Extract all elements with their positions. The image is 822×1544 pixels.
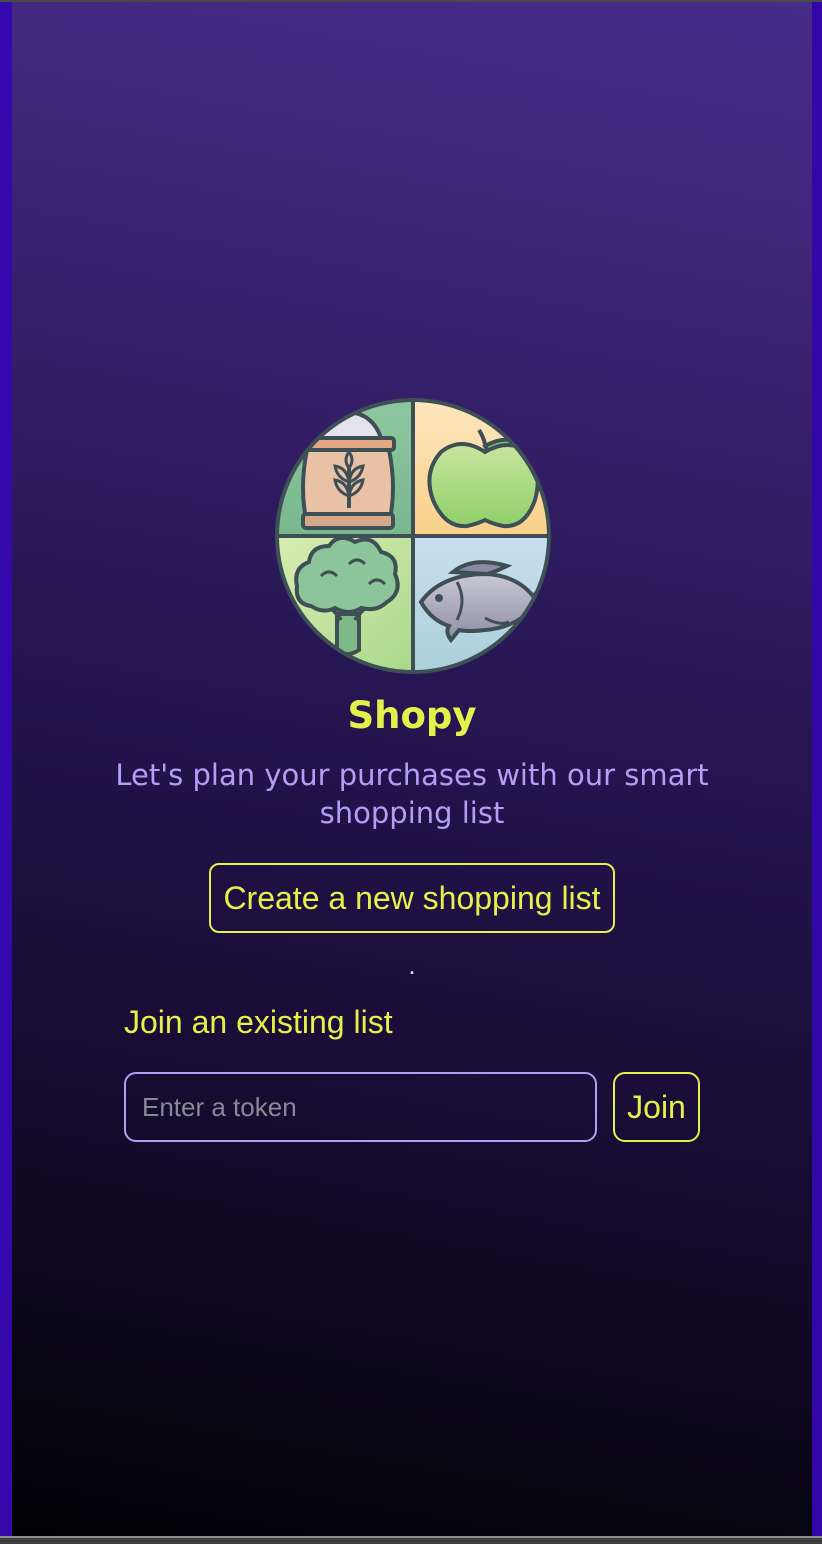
window-bottom-edge	[0, 1536, 822, 1544]
app-screen: Shopy Let's plan your purchases with our…	[12, 2, 812, 1536]
join-button[interactable]: Join	[613, 1072, 700, 1142]
separator-dot: .	[408, 950, 416, 980]
token-input[interactable]	[124, 1072, 597, 1142]
app-logo	[275, 398, 551, 674]
right-gutter	[812, 2, 822, 1536]
app-title: Shopy	[347, 694, 477, 737]
app-tagline: Let's plan your purchases with our smart…	[115, 758, 709, 830]
create-list-button[interactable]: Create a new shopping list	[209, 863, 615, 933]
join-section-heading: Join an existing list	[124, 1004, 393, 1040]
left-gutter	[0, 2, 12, 1536]
